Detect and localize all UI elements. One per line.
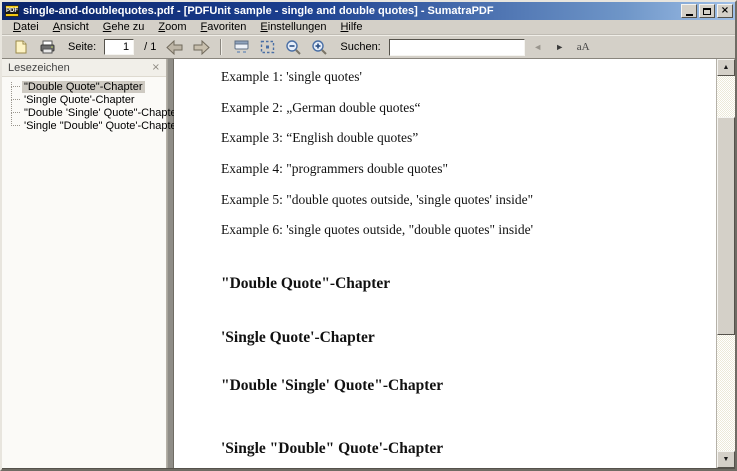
example-line: Example 3: “English double quotes”: [221, 130, 418, 146]
main-area: Lesezeichen × "Double Quote"-Chapter 'Si…: [2, 59, 735, 469]
chapter-heading: "Double 'Single' Quote"-Chapter: [221, 377, 443, 395]
menu-hilfe[interactable]: Hilfe: [333, 20, 369, 34]
menu-gehe-zu[interactable]: Gehe zu: [96, 20, 152, 34]
find-next-button[interactable]: ►: [551, 42, 569, 52]
bookmarks-sidebar: Lesezeichen × "Double Quote"-Chapter 'Si…: [2, 59, 167, 468]
pdf-page: Example 1: 'single quotes' Example 2: „G…: [174, 59, 716, 468]
bookmark-label[interactable]: "Double Quote"-Chapter: [22, 81, 145, 93]
search-label: Suchen:: [334, 41, 384, 53]
scrollbar-track[interactable]: [717, 76, 735, 451]
example-line: Example 4: "programmers double quotes": [221, 161, 448, 177]
toolbar-separator: [220, 39, 222, 55]
menu-favoriten[interactable]: Favoriten: [194, 20, 254, 34]
window-title: single-and-doublequotes.pdf - [PDFUnit s…: [23, 5, 681, 17]
page-number-input[interactable]: [104, 39, 134, 55]
bookmark-item[interactable]: 'Single "Double" Quote'-Chapter: [8, 119, 166, 132]
previous-page-button[interactable]: [164, 37, 186, 57]
title-bar[interactable]: PDF single-and-doublequotes.pdf - [PDFUn…: [2, 2, 735, 20]
menu-zoom[interactable]: Zoom: [151, 20, 193, 34]
menu-ansicht[interactable]: Ansicht: [46, 20, 96, 34]
next-page-icon: [192, 40, 210, 55]
match-case-button[interactable]: aA: [573, 41, 590, 53]
close-icon: ×: [721, 6, 729, 16]
scroll-up-button[interactable]: ▲: [717, 59, 735, 76]
app-icon: PDF: [5, 5, 19, 17]
fit-page-button[interactable]: [256, 37, 278, 57]
page-total: / 1: [138, 41, 160, 53]
open-file-icon: [13, 39, 29, 55]
next-page-button[interactable]: [190, 37, 212, 57]
zoom-out-button[interactable]: [282, 37, 304, 57]
fit-width-icon: [234, 40, 249, 54]
example-line: Example 1: 'single quotes': [221, 69, 362, 85]
print-icon: [39, 39, 56, 55]
chapter-heading: 'Single Quote'-Chapter: [221, 329, 375, 347]
page-label: Seite:: [62, 41, 100, 53]
toolbar: Seite: / 1: [2, 35, 735, 59]
bookmarks-tree: "Double Quote"-Chapter 'Single Quote'-Ch…: [2, 77, 166, 132]
vertical-scrollbar[interactable]: ▲ ▼: [716, 59, 735, 468]
example-line: Example 5: "double quotes outside, 'sing…: [221, 192, 533, 208]
minimize-icon: [686, 14, 693, 16]
maximize-button[interactable]: [699, 4, 715, 18]
sumatra-pdf-window: PDF single-and-doublequotes.pdf - [PDFUn…: [0, 0, 737, 471]
find-previous-button[interactable]: ◄: [529, 42, 547, 52]
menu-bar: Datei Ansicht Gehe zu Zoom Favoriten Ein…: [2, 20, 735, 35]
sidebar-header: Lesezeichen ×: [2, 59, 166, 77]
minimize-button[interactable]: [681, 4, 697, 18]
bookmark-item[interactable]: "Double Quote"-Chapter: [8, 80, 166, 93]
example-line: Example 2: „German double quotes“: [221, 100, 420, 116]
scroll-down-button[interactable]: ▼: [717, 451, 735, 468]
bookmark-item[interactable]: "Double 'Single' Quote"-Chapter: [8, 106, 166, 119]
fit-width-button[interactable]: [230, 37, 252, 57]
menu-datei[interactable]: Datei: [6, 20, 46, 34]
chapter-heading: "Double Quote"-Chapter: [221, 275, 390, 293]
bookmark-label[interactable]: 'Single "Double" Quote'-Chapter: [22, 120, 182, 132]
chapter-heading: 'Single "Double" Quote'-Chapter: [221, 440, 443, 458]
sidebar-close-icon[interactable]: ×: [152, 62, 160, 73]
open-file-button[interactable]: [10, 37, 32, 57]
search-input[interactable]: [389, 39, 525, 56]
app-icon-label: PDF: [5, 8, 19, 14]
example-line: Example 6: 'single quotes outside, "doub…: [221, 222, 533, 238]
zoom-in-button[interactable]: [308, 37, 330, 57]
bookmark-label[interactable]: "Double 'Single' Quote"-Chapter: [22, 107, 182, 119]
print-button[interactable]: [36, 37, 58, 57]
fit-page-icon: [260, 40, 275, 54]
bookmark-label[interactable]: 'Single Quote'-Chapter: [22, 94, 137, 106]
zoom-out-icon: [285, 39, 302, 55]
previous-page-icon: [166, 40, 184, 55]
scrollbar-thumb[interactable]: [717, 117, 735, 335]
sidebar-title: Lesezeichen: [8, 62, 152, 74]
bookmark-item[interactable]: 'Single Quote'-Chapter: [8, 93, 166, 106]
maximize-icon: [703, 8, 711, 15]
close-button[interactable]: ×: [717, 4, 733, 18]
menu-einstellungen[interactable]: Einstellungen: [253, 20, 333, 34]
zoom-in-icon: [311, 39, 328, 55]
